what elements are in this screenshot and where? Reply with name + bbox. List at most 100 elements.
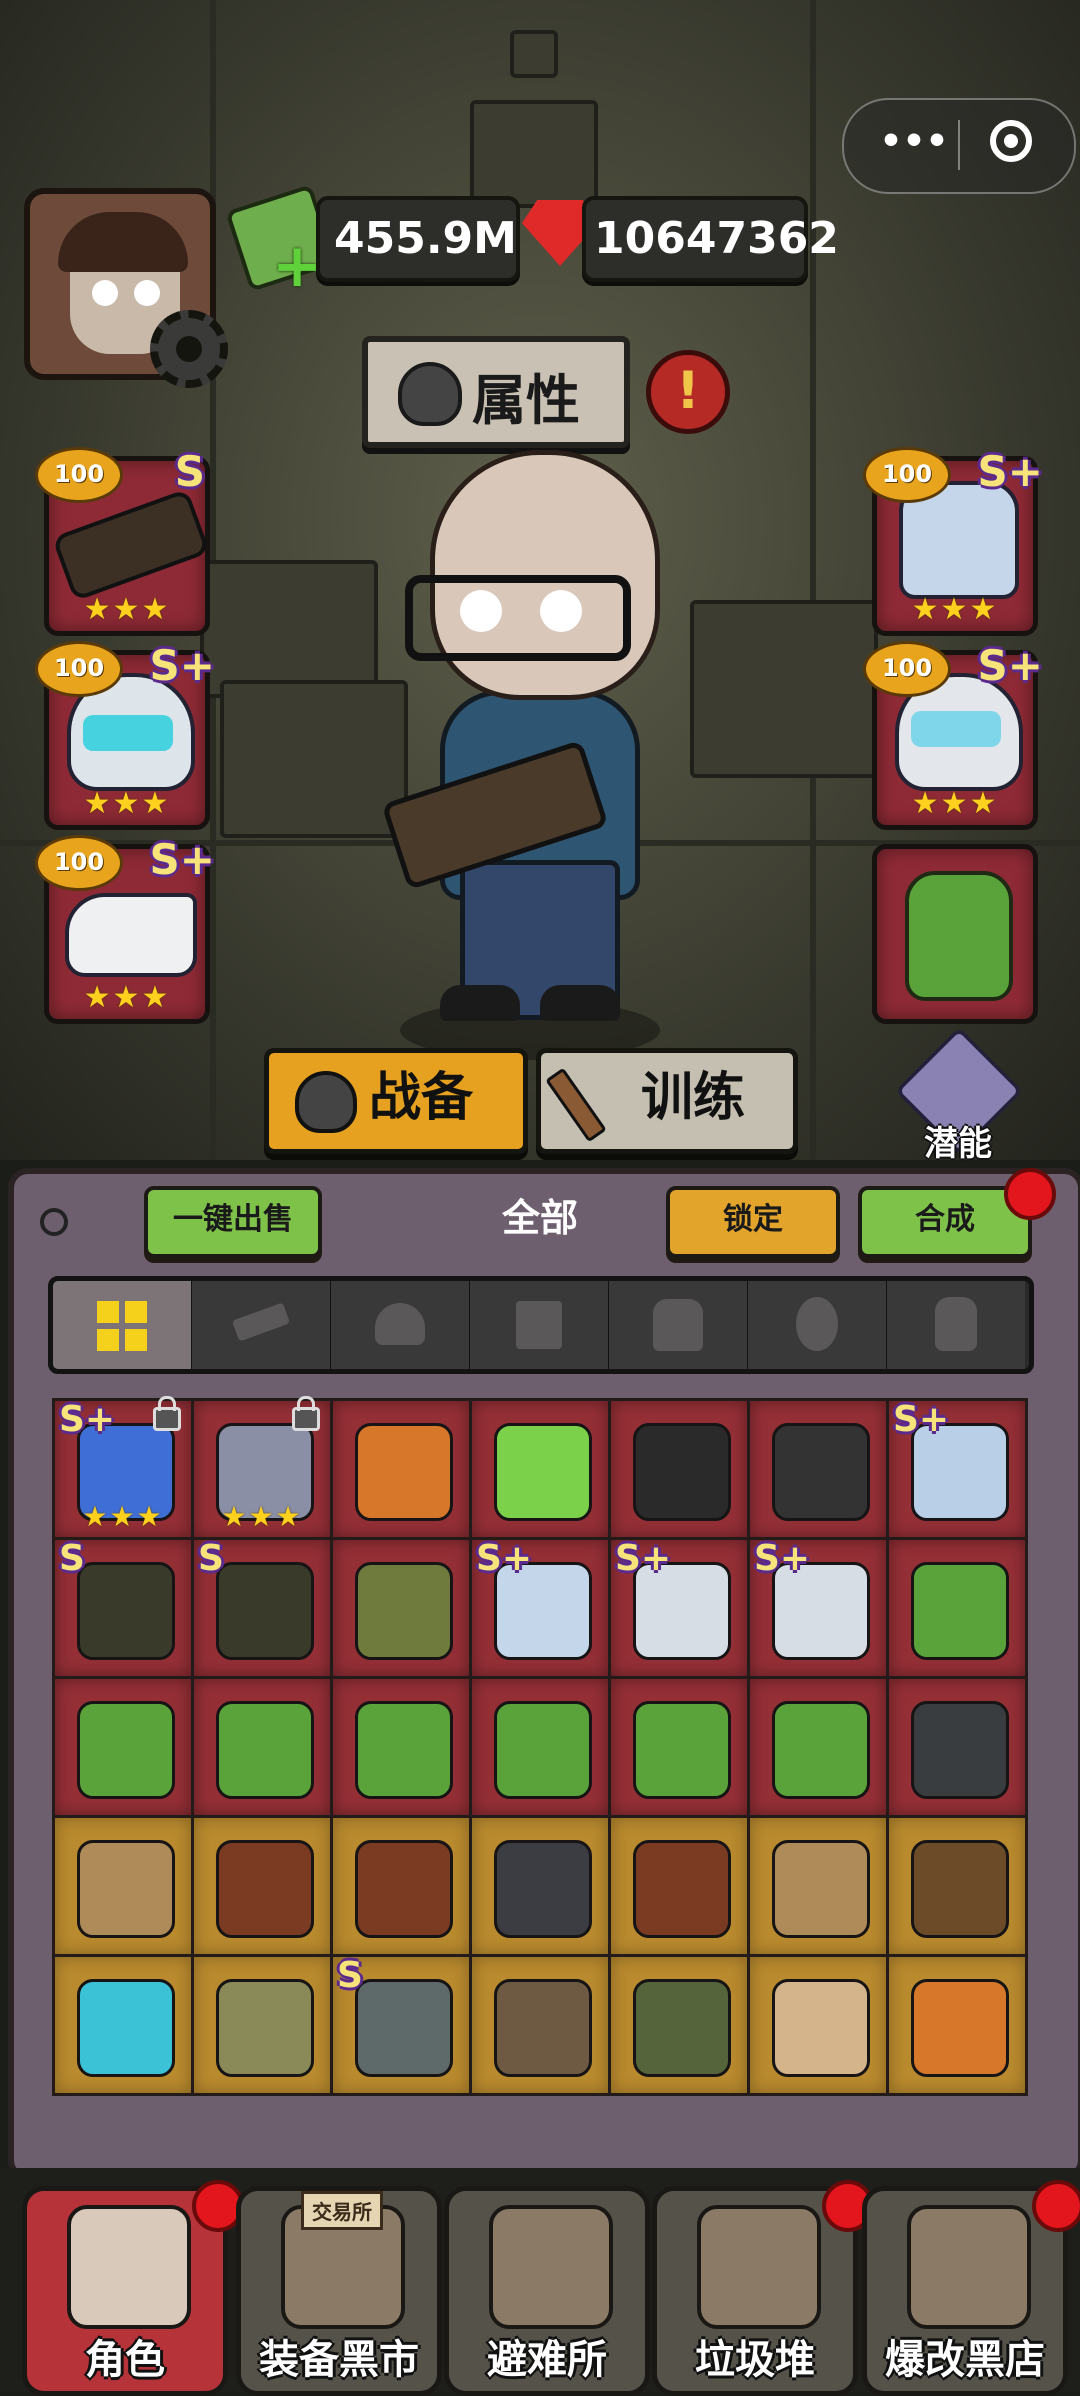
equip-slot-backpack[interactable] <box>872 844 1038 1024</box>
equip-slot-weapon[interactable]: 100 S ★★★ <box>35 447 211 636</box>
star-rating: ★★★ <box>83 786 171 821</box>
pants-icon <box>516 1301 562 1349</box>
inventory-item[interactable]: S+ ★★★ <box>52 1396 194 1540</box>
category-all[interactable] <box>53 1281 194 1369</box>
inventory-item[interactable] <box>330 1676 472 1818</box>
helmet-icon <box>772 1979 870 2077</box>
inventory-item[interactable]: S <box>52 1537 194 1679</box>
settings-gear-icon[interactable] <box>150 310 228 388</box>
grade-badge: S+ <box>476 1538 533 1579</box>
equip-slot-shoes[interactable]: 100 S+ ★★★ <box>35 835 215 1024</box>
inventory-item[interactable] <box>52 1954 194 2096</box>
star-rating: ★★★ <box>83 592 171 627</box>
potential-label: 潜能 <box>924 1124 992 1164</box>
inventory-item[interactable] <box>886 1954 1028 2096</box>
quick-sell-button[interactable]: 一键出售 <box>144 1186 322 1258</box>
inventory-item[interactable] <box>747 1815 889 1957</box>
inventory-item[interactable]: S+ <box>608 1537 750 1679</box>
tab-training-label: 训练 <box>641 1068 746 1128</box>
inventory-item[interactable] <box>608 1954 750 2096</box>
inventory-item[interactable] <box>191 1676 333 1818</box>
category-helmets[interactable] <box>331 1281 472 1369</box>
merge-label: 合成 <box>915 1202 975 1237</box>
inventory-item[interactable] <box>191 1954 333 2096</box>
inventory-item[interactable] <box>330 1398 472 1540</box>
more-icon[interactable]: ••• <box>874 120 954 170</box>
alert-badge[interactable]: ! <box>646 350 730 434</box>
inventory-item[interactable] <box>608 1676 750 1818</box>
category-weapons[interactable] <box>192 1281 333 1369</box>
inventory-item[interactable] <box>747 1954 889 2096</box>
grade-badge: S <box>59 1538 85 1579</box>
category-armor[interactable] <box>609 1281 750 1369</box>
inventory-item[interactable] <box>469 1954 611 2096</box>
close-miniprogram-icon[interactable] <box>990 120 1032 162</box>
character[interactable] <box>380 440 680 1060</box>
inventory-item[interactable] <box>469 1398 611 1540</box>
inventory-item[interactable]: ★★★ <box>191 1396 333 1540</box>
equip-slot-helmet[interactable]: 100 S+ ★★★ <box>35 641 215 830</box>
helmet-icon <box>911 1979 1009 2077</box>
lock-button[interactable]: 锁定 <box>666 1186 840 1258</box>
gem-display: 10647362 <box>582 196 839 282</box>
armor-icon <box>653 1299 703 1351</box>
character-icon <box>67 2205 191 2329</box>
launcher-icon <box>77 1979 175 2077</box>
trash-pile-icon <box>697 2205 821 2329</box>
grade-badge: S+ <box>754 1538 811 1579</box>
inventory-item[interactable] <box>469 1815 611 1957</box>
nav-label: 爆改黑店 <box>885 2337 1045 2383</box>
nav-label: 垃圾堆 <box>695 2337 815 2383</box>
equip-slot-headgear[interactable]: 100 S+ ★★★ <box>863 641 1043 830</box>
star-rating: ★★★ <box>82 1500 164 1533</box>
inventory-item[interactable] <box>886 1676 1028 1818</box>
hooded-figure-icon <box>295 1071 357 1133</box>
inventory-item[interactable] <box>747 1676 889 1818</box>
level-badge: 100 <box>35 447 123 503</box>
equip-slot-armor[interactable]: 100 S+ ★★★ <box>863 447 1043 636</box>
lock-label: 锁定 <box>723 1202 783 1237</box>
helmet-icon <box>375 1303 425 1345</box>
inventory-item[interactable] <box>608 1398 750 1540</box>
inventory-item[interactable]: S+ <box>747 1537 889 1679</box>
inventory-item[interactable] <box>608 1815 750 1957</box>
tab-training[interactable]: 训练 <box>536 1048 798 1154</box>
inventory-item[interactable] <box>886 1815 1028 1957</box>
nav-item-1[interactable]: 交易所 装备黑市 <box>236 2186 442 2396</box>
category-masks[interactable] <box>748 1281 889 1369</box>
inventory-item[interactable]: S <box>330 1954 472 2096</box>
cash-display: 455.9M <box>316 196 520 282</box>
inventory-item[interactable] <box>330 1537 472 1679</box>
level-badge: 100 <box>863 447 951 503</box>
add-cash-icon[interactable]: + <box>272 236 322 296</box>
inventory-item[interactable] <box>52 1676 194 1818</box>
sneaker-icon <box>65 893 197 977</box>
level-badge: 100 <box>863 641 951 697</box>
inventory-item[interactable] <box>747 1398 889 1540</box>
potential-button[interactable]: 潜能 <box>890 1026 1024 1164</box>
nav-item-2[interactable]: 避难所 <box>444 2186 650 2396</box>
attributes-button[interactable]: 属性 <box>362 336 630 448</box>
tab-equipment[interactable]: 战备 <box>264 1048 528 1154</box>
tab-equipment-label: 战备 <box>369 1068 474 1128</box>
filter-title-label: 全部 <box>501 1196 578 1240</box>
inventory-item[interactable]: S+ <box>886 1398 1028 1540</box>
category-backpacks[interactable] <box>887 1281 1025 1369</box>
inventory-item[interactable] <box>469 1676 611 1818</box>
backpack-icon <box>935 1297 977 1351</box>
grade-badge: S <box>198 1538 224 1579</box>
ak-icon <box>216 1840 314 1938</box>
ak-icon <box>633 1840 731 1938</box>
inventory-item[interactable]: S <box>191 1537 333 1679</box>
inventory-item[interactable] <box>330 1815 472 1957</box>
helmet-icon <box>633 1979 731 2077</box>
panel-rivet-icon <box>40 1208 68 1236</box>
inventory-item[interactable] <box>191 1815 333 1957</box>
category-pants[interactable] <box>470 1281 611 1369</box>
grade-badge: S+ <box>149 641 215 690</box>
mini-program-capsule[interactable]: ••• <box>842 98 1076 194</box>
inventory-item[interactable]: S+ <box>469 1537 611 1679</box>
inventory-item[interactable] <box>52 1815 194 1957</box>
backpack-icon <box>633 1701 731 1799</box>
inventory-item[interactable] <box>886 1537 1028 1679</box>
